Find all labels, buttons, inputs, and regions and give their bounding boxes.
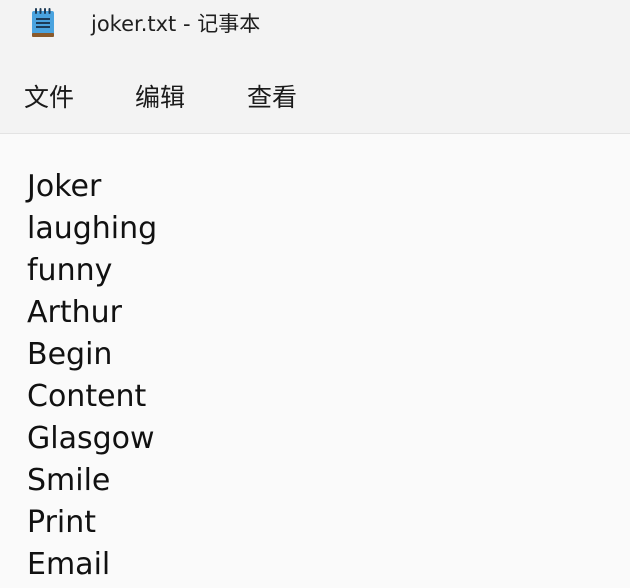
text-content[interactable]: Joker laughing funny Arthur Begin Conten… bbox=[27, 166, 157, 586]
title-bar[interactable]: joker.txt - 记事本 bbox=[0, 0, 630, 48]
text-line: Smile bbox=[27, 463, 111, 498]
text-line: laughing bbox=[27, 211, 158, 246]
text-line: Content bbox=[27, 379, 147, 414]
menu-bar: 文件 编辑 查看 bbox=[0, 70, 630, 126]
text-line: Arthur bbox=[27, 295, 122, 330]
notepad-window: joker.txt - 记事本 文件 编辑 查看 Joker laughing … bbox=[0, 0, 630, 588]
text-line: Print bbox=[27, 505, 97, 540]
notepad-icon bbox=[30, 8, 56, 39]
menu-file[interactable]: 文件 bbox=[22, 70, 76, 126]
window-title: joker.txt - 记事本 bbox=[91, 12, 261, 36]
menu-view[interactable]: 查看 bbox=[245, 70, 299, 126]
text-line: Email bbox=[27, 547, 111, 582]
text-line: funny bbox=[27, 253, 113, 288]
text-line: Glasgow bbox=[27, 421, 155, 456]
text-line: Joker bbox=[27, 169, 102, 204]
text-line: Begin bbox=[27, 337, 113, 372]
text-editor-area[interactable]: Joker laughing funny Arthur Begin Conten… bbox=[0, 134, 630, 588]
menu-edit[interactable]: 编辑 bbox=[133, 70, 187, 126]
